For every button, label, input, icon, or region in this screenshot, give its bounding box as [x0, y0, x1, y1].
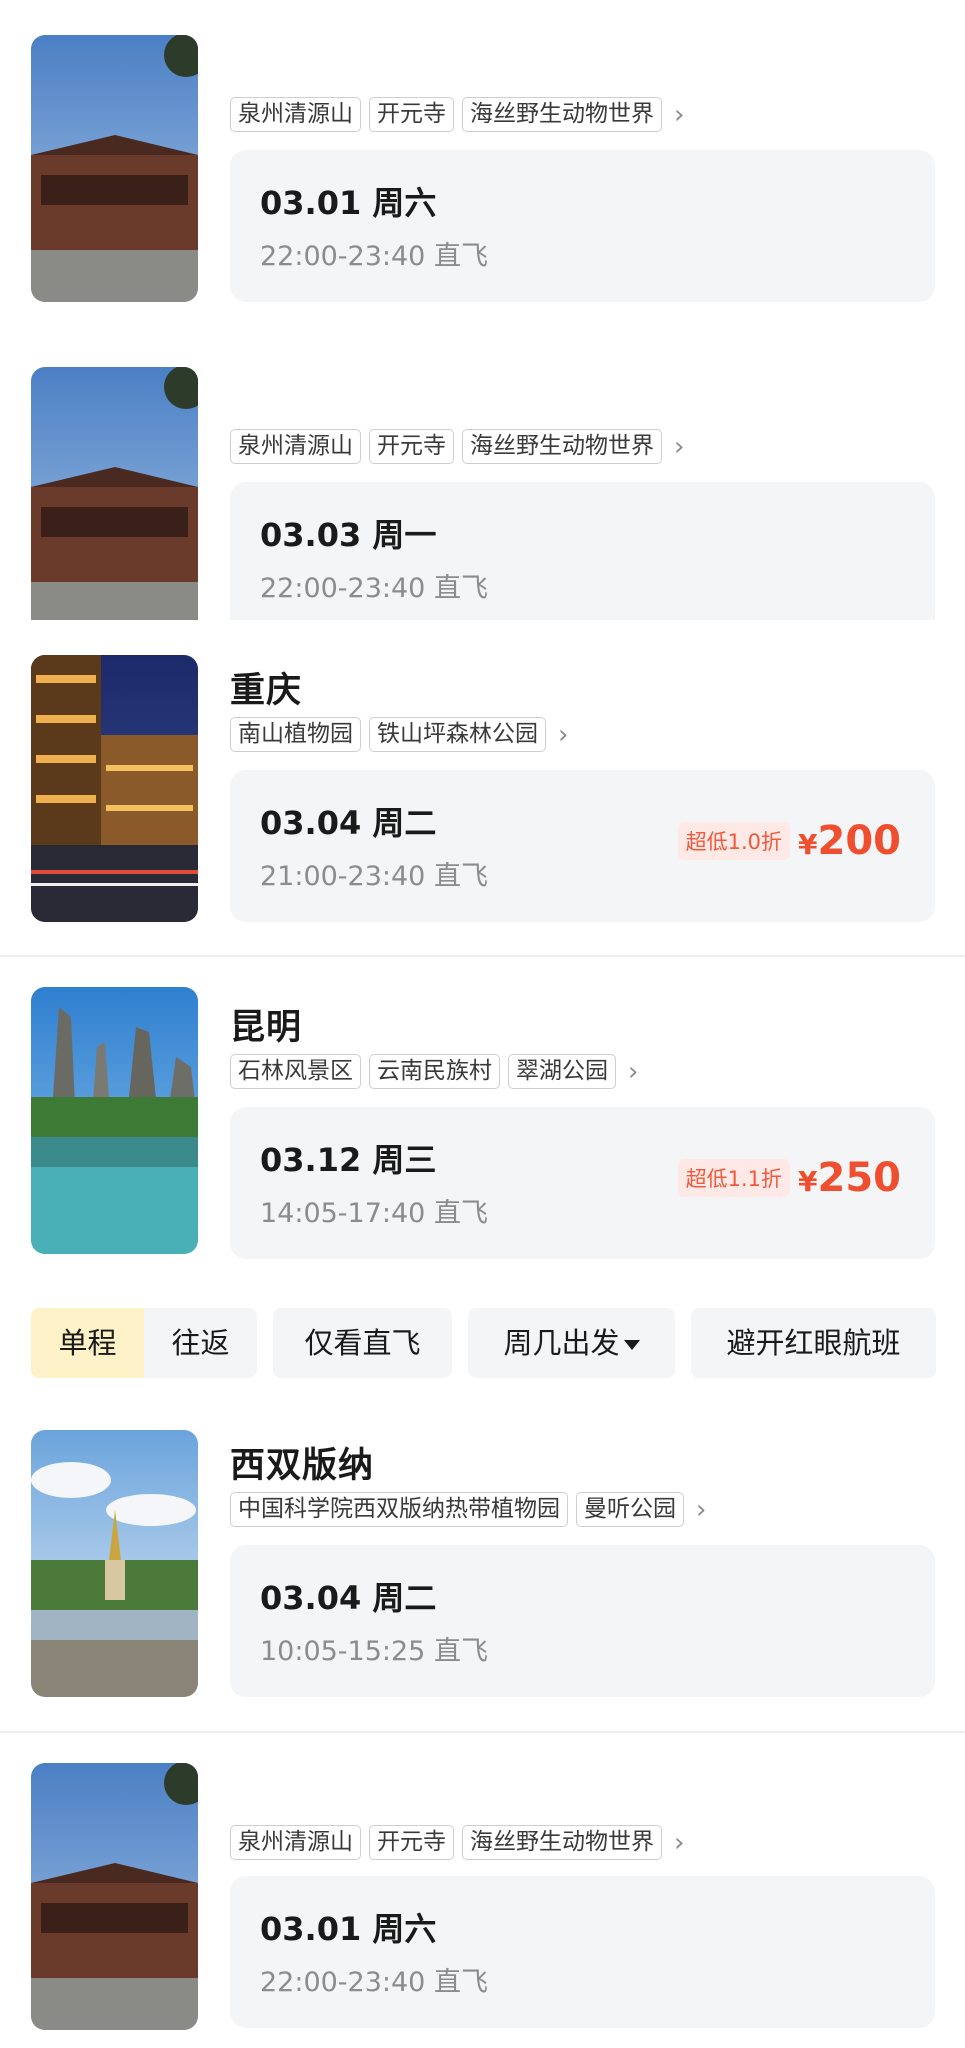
city-name: 昆明	[230, 1008, 303, 1048]
destination-photo	[31, 367, 198, 622]
flight-date: 03.01 周六	[260, 1910, 437, 1948]
attraction-tag[interactable]: 石林风景区	[230, 1054, 361, 1089]
chevron-right-icon[interactable]: ›	[558, 719, 568, 751]
flight-time: 22:00-23:40 直飞	[260, 241, 488, 272]
avoid-redeye-label: 避开红眼航班	[726, 1326, 901, 1360]
attraction-tag[interactable]: 海丝野生动物世界	[462, 97, 662, 132]
attraction-tags[interactable]: 泉州清源山 开元寺 海丝野生动物世界 ›	[230, 1825, 684, 1860]
city-name: 重庆	[230, 671, 303, 711]
destination-card[interactable]: 西双版纳 中国科学院西双版纳热带植物园 曼听公园 › 03.04 周二 10:0…	[0, 1395, 965, 1733]
price: ¥200	[798, 818, 901, 864]
flight-info-panel[interactable]: 03.04 周二 21:00-23:40 直飞 超低1.0折 ¥200	[230, 770, 935, 922]
price: ¥250	[798, 1155, 901, 1201]
destination-card[interactable]: 泉州清源山 开元寺 海丝野生动物世界 › 03.03 周一 22:00-23:4…	[0, 332, 965, 622]
flight-time: 10:05-15:25 直飞	[260, 1636, 488, 1667]
weekday-filter[interactable]: 周几出发	[468, 1308, 675, 1378]
attraction-tag[interactable]: 开元寺	[369, 429, 454, 464]
attraction-tag[interactable]: 海丝野生动物世界	[462, 429, 662, 464]
destination-card[interactable]: 泉州清源山 开元寺 海丝野生动物世界 › 03.01 周六 22:00-23:4…	[0, 1733, 965, 2048]
chevron-right-icon[interactable]: ›	[674, 1827, 684, 1859]
destination-photo	[31, 1430, 198, 1697]
flight-info-panel[interactable]: 03.01 周六 22:00-23:40 直飞	[230, 150, 935, 302]
flight-date: 03.03 周一	[260, 516, 437, 554]
destination-card[interactable]: 泉州清源山 开元寺 海丝野生动物世界 › 03.01 周六 22:00-23:4…	[0, 0, 965, 335]
direct-only-label: 仅看直飞	[304, 1326, 421, 1360]
flight-info-panel[interactable]: 03.04 周二 10:05-15:25 直飞	[230, 1545, 935, 1697]
trip-oneway-option[interactable]: 单程	[31, 1308, 144, 1378]
attraction-tag[interactable]: 开元寺	[369, 1825, 454, 1860]
attraction-tag[interactable]: 泉州清源山	[230, 97, 361, 132]
attraction-tags[interactable]: 泉州清源山 开元寺 海丝野生动物世界 ›	[230, 97, 684, 132]
weekday-label: 周几出发	[503, 1326, 620, 1360]
attraction-tag[interactable]: 泉州清源山	[230, 1825, 361, 1860]
deal-price[interactable]: 超低1.1折 ¥250	[677, 1155, 901, 1201]
trip-roundtrip-option[interactable]: 往返	[144, 1308, 257, 1378]
deal-price[interactable]: 超低1.0折 ¥200	[677, 818, 901, 864]
discount-badge: 超低1.1折	[677, 1159, 791, 1197]
destination-photo	[31, 655, 198, 922]
attraction-tags[interactable]: 石林风景区 云南民族村 翠湖公园 ›	[230, 1054, 638, 1089]
chevron-right-icon[interactable]: ›	[674, 99, 684, 131]
caret-down-icon	[623, 1340, 640, 1350]
flight-info-panel[interactable]: 03.01 周六 22:00-23:40 直飞	[230, 1876, 935, 2028]
attraction-tag[interactable]: 铁山坪森林公园	[369, 717, 546, 752]
chevron-right-icon[interactable]: ›	[696, 1494, 706, 1526]
attraction-tag[interactable]: 南山植物园	[230, 717, 361, 752]
destination-card[interactable]: 昆明 石林风景区 云南民族村 翠湖公园 › 03.12 周三 14:05-17:…	[0, 957, 965, 1295]
attraction-tag[interactable]: 云南民族村	[369, 1054, 500, 1089]
filter-bar: 单程 往返 仅看直飞 周几出发 避开红眼航班	[0, 1295, 965, 1395]
trip-type-toggle[interactable]: 单程 往返	[31, 1308, 257, 1378]
attraction-tag[interactable]: 曼听公园	[576, 1492, 684, 1527]
flight-time: 21:00-23:40 直飞	[260, 861, 488, 892]
attraction-tags[interactable]: 中国科学院西双版纳热带植物园 曼听公园 ›	[230, 1492, 706, 1527]
destination-card[interactable]: 重庆 南山植物园 铁山坪森林公园 › 03.04 周二 21:00-23:40 …	[0, 620, 965, 957]
discount-badge: 超低1.0折	[677, 822, 791, 860]
price-value: 250	[817, 1155, 902, 1201]
attraction-tag[interactable]: 开元寺	[369, 97, 454, 132]
flight-time: 22:00-23:40 直飞	[260, 573, 488, 604]
currency-symbol: ¥	[798, 1165, 818, 1198]
avoid-redeye-filter[interactable]: 避开红眼航班	[691, 1308, 936, 1378]
attraction-tag[interactable]: 翠湖公园	[508, 1054, 616, 1089]
flight-time: 22:00-23:40 直飞	[260, 1967, 488, 1998]
flight-date: 03.01 周六	[260, 184, 437, 222]
flight-info-panel[interactable]: 03.12 周三 14:05-17:40 直飞 超低1.1折 ¥250	[230, 1107, 935, 1259]
flight-date: 03.04 周二	[260, 804, 437, 842]
flight-date: 03.12 周三	[260, 1141, 437, 1179]
attraction-tags[interactable]: 南山植物园 铁山坪森林公园 ›	[230, 717, 568, 752]
attraction-tag[interactable]: 海丝野生动物世界	[462, 1825, 662, 1860]
currency-symbol: ¥	[798, 828, 818, 861]
flight-time: 14:05-17:40 直飞	[260, 1198, 488, 1229]
chevron-right-icon[interactable]: ›	[628, 1056, 638, 1088]
destination-photo	[31, 987, 198, 1254]
attraction-tag[interactable]: 中国科学院西双版纳热带植物园	[230, 1492, 568, 1527]
chevron-right-icon[interactable]: ›	[674, 431, 684, 463]
attraction-tags[interactable]: 泉州清源山 开元寺 海丝野生动物世界 ›	[230, 429, 684, 464]
flight-date: 03.04 周二	[260, 1579, 437, 1617]
flight-info-panel[interactable]: 03.03 周一 22:00-23:40 直飞	[230, 482, 935, 622]
destination-photo	[31, 1763, 198, 2030]
direct-only-filter[interactable]: 仅看直飞	[273, 1308, 452, 1378]
attraction-tag[interactable]: 泉州清源山	[230, 429, 361, 464]
price-value: 200	[817, 818, 902, 864]
city-name: 西双版纳	[230, 1446, 375, 1486]
destination-photo	[31, 35, 198, 302]
